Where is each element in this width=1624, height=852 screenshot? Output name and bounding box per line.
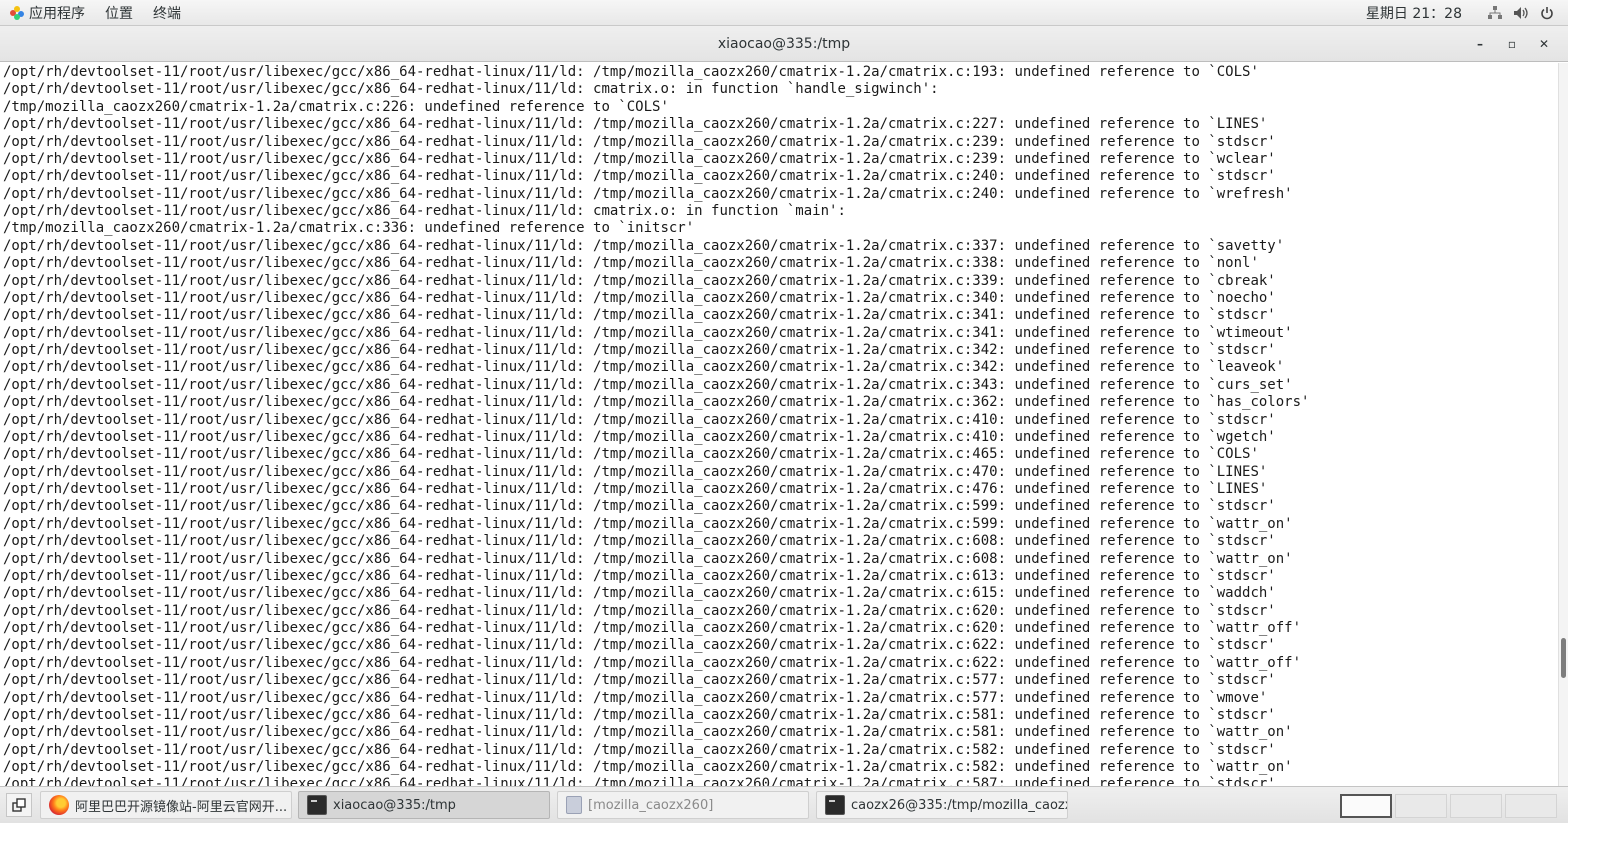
scrollbar-thumb[interactable] [1561,638,1566,678]
terminal-line: /opt/rh/devtoolset-11/root/usr/libexec/g… [3,463,1268,480]
terminal-icon [307,795,327,815]
terminal-line: /opt/rh/devtoolset-11/root/usr/libexec/g… [3,359,1285,376]
terminal-line: /opt/rh/devtoolset-11/root/usr/libexec/g… [3,620,1302,636]
terminal-line: /opt/rh/devtoolset-11/root/usr/libexec/g… [3,185,1293,202]
places-menu[interactable]: 位置 [95,0,143,26]
terminal-line: /opt/rh/devtoolset-11/root/usr/libexec/g… [3,394,1310,411]
terminal-line: /opt/rh/devtoolset-11/root/usr/libexec/g… [3,498,1276,515]
task-label: caozx26@335:/tmp/mozilla_caozx-... [851,797,1068,813]
terminal-line: /opt/rh/devtoolset-11/root/usr/libexec/g… [3,150,1276,167]
terminal-line: /opt/rh/devtoolset-11/root/usr/libexec/g… [3,654,1302,671]
terminal-line: /opt/rh/devtoolset-11/root/usr/libexec/g… [3,724,1293,741]
terminal-line: /opt/rh/devtoolset-11/root/usr/libexec/g… [3,428,1276,445]
terminal-line: /opt/rh/devtoolset-11/root/usr/libexec/g… [3,81,939,98]
terminal-line: /opt/rh/devtoolset-11/root/usr/libexec/g… [3,168,1276,185]
terminal-line: /opt/rh/devtoolset-11/root/usr/libexec/g… [3,272,1276,289]
terminal-line: /opt/rh/devtoolset-11/root/usr/libexec/g… [3,689,1268,706]
terminal-line: /opt/rh/devtoolset-11/root/usr/libexec/g… [3,342,1276,358]
workspace-4[interactable] [1505,794,1557,818]
task-firefox[interactable]: 阿里巴巴开源镜像站-阿里云官网开... [40,791,292,819]
terminal-line: /tmp/mozilla_caozx260/cmatrix-1.2a/cmatr… [3,98,669,115]
terminal-line: /opt/rh/devtoolset-11/root/usr/libexec/g… [3,203,846,219]
places-menu-label: 位置 [105,5,133,22]
terminal-line: /opt/rh/devtoolset-11/root/usr/libexec/g… [3,550,1293,567]
terminal-menu-label: 终端 [153,5,181,22]
network-icon[interactable] [1486,5,1504,21]
terminal-line: /opt/rh/devtoolset-11/root/usr/libexec/g… [3,515,1293,532]
terminal-line: /opt/rh/devtoolset-11/root/usr/libexec/g… [3,706,1276,723]
terminal-output[interactable]: /opt/rh/devtoolset-11/root/usr/libexec/g… [0,63,1558,786]
workspace-3[interactable] [1450,794,1502,818]
terminal-line: /opt/rh/devtoolset-11/root/usr/libexec/g… [3,324,1293,341]
task-file-manager[interactable]: [mozilla_caozx260] [557,791,809,819]
workspace-2[interactable] [1395,794,1447,818]
system-tray: 星期日 21：28 [1366,0,1568,26]
terminal-line: /opt/rh/devtoolset-11/root/usr/libexec/g… [3,585,1276,602]
terminal-line: /opt/rh/devtoolset-11/root/usr/libexec/g… [3,64,1259,80]
firefox-icon [49,795,69,815]
terminal-line: /opt/rh/devtoolset-11/root/usr/libexec/g… [3,255,1259,272]
terminal-line: /opt/rh/devtoolset-11/root/usr/libexec/g… [3,376,1293,393]
task-terminal-tmp[interactable]: xiaocao@335:/tmp [298,791,550,819]
volume-icon[interactable] [1512,5,1530,21]
applications-menu-label: 应用程序 [29,5,85,22]
terminal-line: /opt/rh/devtoolset-11/root/usr/libexec/g… [3,446,1259,463]
terminal-line: /opt/rh/devtoolset-11/root/usr/libexec/g… [3,602,1276,619]
terminal-line: /opt/rh/devtoolset-11/root/usr/libexec/g… [3,741,1276,758]
show-desktop-icon [12,798,26,812]
task-label: 阿里巴巴开源镜像站-阿里云官网开... [75,799,288,815]
terminal-line: /opt/rh/devtoolset-11/root/usr/libexec/g… [3,672,1276,689]
power-icon[interactable] [1538,5,1556,21]
applications-menu[interactable]: 应用程序 [0,0,95,26]
window-titlebar[interactable]: xiaocao@335:/tmp – ▫ ✕ [0,26,1568,62]
window-controls: – ▫ ✕ [1464,26,1560,62]
terminal-menu[interactable]: 终端 [143,0,191,26]
terminal-line: /opt/rh/devtoolset-11/root/usr/libexec/g… [3,411,1276,428]
terminal-line: /opt/rh/devtoolset-11/root/usr/libexec/g… [3,289,1276,306]
task-label: xiaocao@335:/tmp [333,797,456,813]
terminal-lines: /opt/rh/devtoolset-11/root/usr/libexec/g… [3,64,1309,786]
terminal-line: /opt/rh/devtoolset-11/root/usr/libexec/g… [3,776,1276,786]
top-panel: 应用程序 位置 终端 星期日 21：28 [0,0,1568,26]
terminal-line: /opt/rh/devtoolset-11/root/usr/libexec/g… [3,481,1268,497]
folder-icon [566,796,582,814]
terminal-line: /opt/rh/devtoolset-11/root/usr/libexec/g… [3,637,1276,654]
window-title: xiaocao@335:/tmp [717,35,851,52]
show-desktop-button[interactable] [6,793,32,817]
task-terminal-mozilla[interactable]: caozx26@335:/tmp/mozilla_caozx-... [816,791,1068,819]
terminal-line: /opt/rh/devtoolset-11/root/usr/libexec/g… [3,237,1285,254]
taskbar: 阿里巴巴开源镜像站-阿里云官网开... xiaocao@335:/tmp [mo… [0,786,1568,823]
terminal-line: /opt/rh/devtoolset-11/root/usr/libexec/g… [3,116,1268,133]
terminal-line: /opt/rh/devtoolset-11/root/usr/libexec/g… [3,533,1276,550]
terminal-line: /tmp/mozilla_caozx260/cmatrix-1.2a/cmatr… [3,220,695,237]
workspace-1[interactable] [1340,794,1392,818]
terminal-scrollbar[interactable] [1558,63,1568,786]
maximize-button[interactable]: ▫ [1496,32,1528,56]
close-button[interactable]: ✕ [1528,32,1560,56]
task-label: [mozilla_caozx260] [588,797,714,813]
terminal-line: /opt/rh/devtoolset-11/root/usr/libexec/g… [3,759,1293,775]
terminal-line: /opt/rh/devtoolset-11/root/usr/libexec/g… [3,567,1276,584]
applications-icon [10,5,24,20]
terminal-line: /opt/rh/devtoolset-11/root/usr/libexec/g… [3,133,1276,150]
terminal-icon [825,795,845,815]
clock[interactable]: 星期日 21：28 [1366,3,1462,23]
minimize-button[interactable]: – [1464,32,1496,56]
terminal-line: /opt/rh/devtoolset-11/root/usr/libexec/g… [3,307,1276,324]
